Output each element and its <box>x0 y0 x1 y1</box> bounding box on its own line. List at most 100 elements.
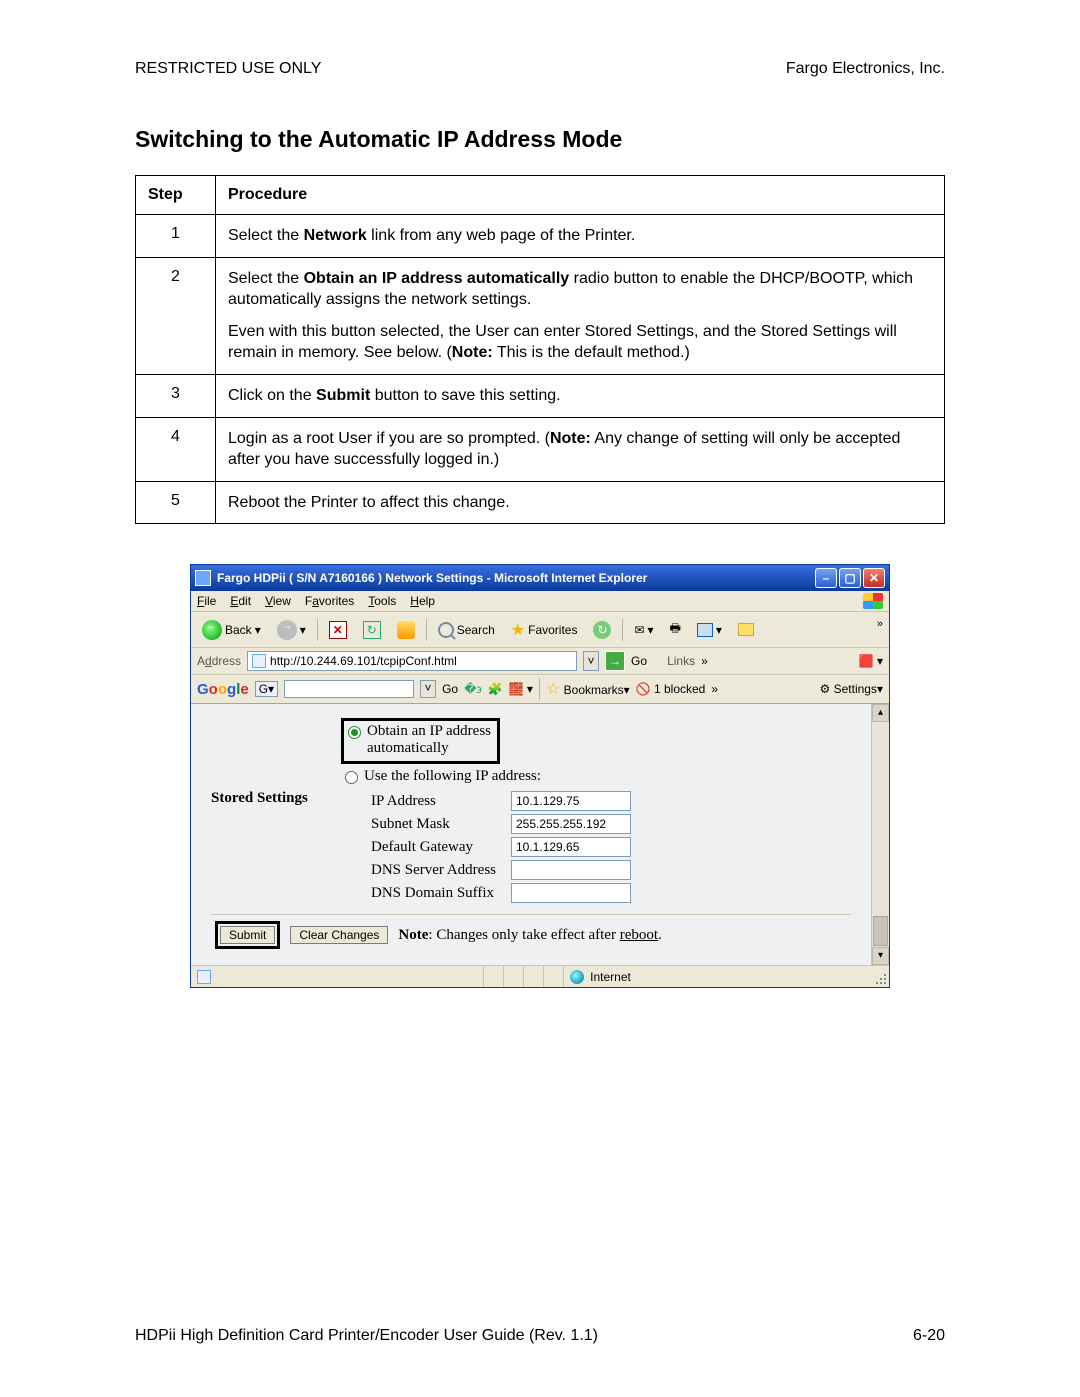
gw-input[interactable]: 10.1.129.65 <box>511 837 631 857</box>
folder-button[interactable] <box>733 620 759 639</box>
status-page-icon <box>197 970 211 984</box>
google-tool-icon[interactable]: 🧩 <box>488 682 503 696</box>
highlight-box-submit: Submit <box>215 921 280 949</box>
go-button[interactable]: → <box>605 651 625 671</box>
ip-label: IP Address <box>341 793 511 810</box>
zone-icon <box>570 970 584 984</box>
popup-blocked[interactable]: 🚫 1 blocked <box>636 682 706 696</box>
menu-view[interactable]: View <box>265 594 291 608</box>
page-icon <box>252 654 266 668</box>
col-step: Step <box>136 176 216 215</box>
radio-manual-label: Use the following IP address: <box>364 768 541 785</box>
toolbar: Back ▾ ▾ ✕ ↻ Search ★ Favorites ↻ ✉▾ 🖶 ▾ <box>191 612 889 648</box>
mask-label: Subnet Mask <box>341 816 511 833</box>
favorites-button[interactable]: ★ Favorites <box>506 617 583 643</box>
back-button[interactable]: Back ▾ <box>197 617 266 643</box>
star-icon: ★ <box>511 620 525 640</box>
window-title: Fargo HDPii ( S/N A7160166 ) Network Set… <box>217 571 815 585</box>
close-button[interactable]: ✕ <box>863 568 885 588</box>
windows-flag-icon <box>863 593 883 609</box>
ip-input[interactable]: 10.1.129.75 <box>511 791 631 811</box>
menu-tools[interactable]: Tools <box>368 594 396 608</box>
google-settings[interactable]: ⚙ Settings▾ <box>820 682 883 696</box>
refresh-icon: ↻ <box>363 621 381 639</box>
stop-button[interactable]: ✕ <box>324 618 352 642</box>
step-number: 3 <box>136 374 216 417</box>
table-row: 2Select the Obtain an IP address automat… <box>136 257 945 374</box>
google-input-dropdown[interactable]: ˅ <box>420 680 436 698</box>
folder-icon <box>738 623 754 636</box>
ie-window: Fargo HDPii ( S/N A7160166 ) Network Set… <box>190 564 890 988</box>
dns-input[interactable] <box>511 860 631 880</box>
suffix-input[interactable] <box>511 883 631 903</box>
links-label[interactable]: Links <box>667 654 695 668</box>
zone-label: Internet <box>590 970 631 984</box>
step-number: 2 <box>136 257 216 374</box>
gw-label: Default Gateway <box>341 839 511 856</box>
toolbar-overflow[interactable]: » <box>877 618 883 630</box>
vertical-scrollbar[interactable]: ▴ ▾ <box>871 704 889 965</box>
minimize-button[interactable]: – <box>815 568 837 588</box>
address-dropdown[interactable]: ˅ <box>583 651 599 671</box>
menu-favorites[interactable]: Favorites <box>305 594 354 608</box>
google-toolbar: Google G▾ ˅ Go �϶ 🧩 🧱 ▾ ☆ Bookmarks▾ 🚫 1… <box>191 675 889 704</box>
google-tool2-icon[interactable]: 🧱 ▾ <box>509 682 533 696</box>
search-icon <box>438 622 454 638</box>
header-right: Fargo Electronics, Inc. <box>786 60 945 78</box>
snagit-button[interactable]: 🟥 ▾ <box>859 654 883 668</box>
radio-manual[interactable] <box>345 771 358 784</box>
scroll-thumb[interactable] <box>873 916 888 946</box>
links-overflow[interactable]: » <box>701 654 708 668</box>
menu-edit[interactable]: Edit <box>230 594 251 608</box>
step-number: 4 <box>136 417 216 481</box>
suffix-label: DNS Domain Suffix <box>341 885 511 902</box>
form-buttons-row: Submit Clear Changes Note: Changes only … <box>211 914 851 955</box>
menu-help[interactable]: Help <box>410 594 435 608</box>
submit-button[interactable]: Submit <box>220 926 275 944</box>
google-go-icon[interactable]: �϶ <box>464 682 482 696</box>
scroll-up-icon[interactable]: ▴ <box>872 704 889 722</box>
bookmarks-star-icon: ☆ <box>546 681 560 698</box>
search-button[interactable]: Search <box>433 619 500 641</box>
reboot-link[interactable]: reboot <box>620 927 658 943</box>
mail-button[interactable]: ✉▾ <box>629 620 658 640</box>
google-go-label[interactable]: Go <box>442 682 458 696</box>
procedure-cell: Click on the Submit button to save this … <box>216 374 945 417</box>
edit-button[interactable]: ▾ <box>692 620 727 640</box>
history-icon: ↻ <box>593 621 611 639</box>
home-icon <box>397 621 415 639</box>
stop-icon: ✕ <box>329 621 347 639</box>
resize-grip[interactable] <box>871 966 889 987</box>
google-g-menu[interactable]: G▾ <box>255 681 278 697</box>
table-row: 4Login as a root User if you are so prom… <box>136 417 945 481</box>
highlight-box-auto: Obtain an IP address automatically <box>341 718 500 764</box>
page-content: Stored Settings Obtain an IP address aut… <box>191 704 889 965</box>
home-button[interactable] <box>392 618 420 642</box>
mask-input[interactable]: 255.255.255.192 <box>511 814 631 834</box>
google-logo[interactable]: Google <box>197 681 249 698</box>
google-search-input[interactable] <box>284 680 414 698</box>
ie-page-icon <box>195 570 211 586</box>
favorites-label: Favorites <box>528 623 577 637</box>
print-button[interactable]: 🖶 <box>665 616 686 643</box>
table-row: 3Click on the Submit button to save this… <box>136 374 945 417</box>
address-bar: Address http://10.244.69.101/tcpipConf.h… <box>191 648 889 675</box>
address-input[interactable]: http://10.244.69.101/tcpipConf.html <box>247 651 577 671</box>
procedure-table: Step Procedure 1Select the Network link … <box>135 175 945 524</box>
bookmarks-button[interactable]: ☆ Bookmarks▾ <box>546 679 630 699</box>
clear-button[interactable]: Clear Changes <box>290 926 388 944</box>
history-button[interactable]: ↻ <box>588 618 616 642</box>
google-overflow[interactable]: » <box>711 682 718 696</box>
stored-settings-label: Stored Settings <box>211 718 341 906</box>
refresh-button[interactable]: ↻ <box>358 618 386 642</box>
maximize-button[interactable]: ▢ <box>839 568 861 588</box>
radio-auto[interactable] <box>348 726 361 739</box>
forward-button[interactable]: ▾ <box>272 617 311 643</box>
scroll-down-icon[interactable]: ▾ <box>872 947 889 965</box>
mail-icon: ✉ <box>634 623 644 637</box>
status-bar: Internet <box>191 965 889 987</box>
menu-file[interactable]: File <box>197 594 216 608</box>
page-title: Switching to the Automatic IP Address Mo… <box>135 126 945 153</box>
edit-icon <box>697 623 713 637</box>
step-number: 5 <box>136 481 216 524</box>
